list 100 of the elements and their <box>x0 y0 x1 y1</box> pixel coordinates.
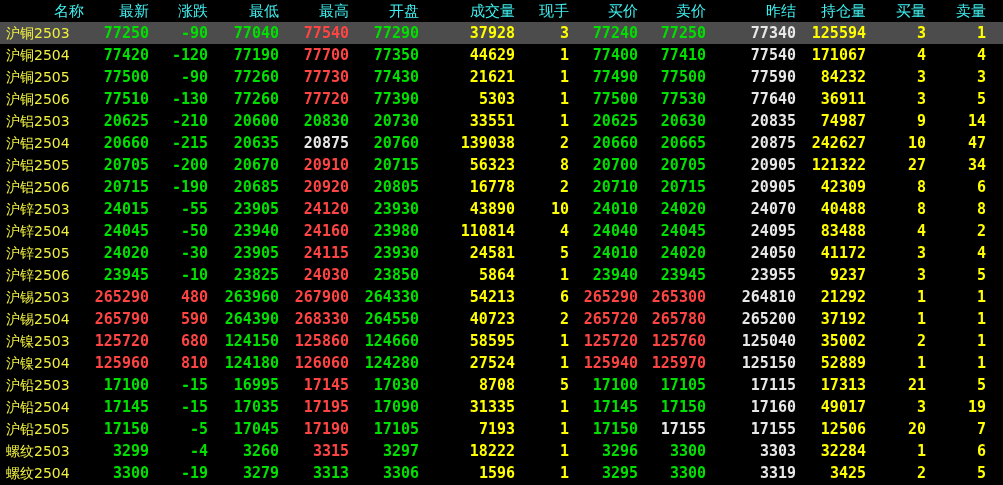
column-header: 买量 <box>895 1 926 22</box>
table-cell: 16995 <box>233 377 279 393</box>
table-cell: 23955 <box>750 267 796 283</box>
table-cell: 3315 <box>312 443 349 459</box>
table-cell: 27524 <box>469 355 515 371</box>
table-cell: 9 <box>916 113 926 129</box>
table-cell: 20905 <box>750 179 796 195</box>
table-cell: 125720 <box>94 333 149 349</box>
column-header: 名称 <box>53 1 84 22</box>
table-cell: 17030 <box>373 377 419 393</box>
table-cell: 74987 <box>820 113 866 129</box>
table-cell: 24160 <box>303 223 349 239</box>
table-cell: 4 <box>976 245 986 261</box>
table-cell: 2 <box>559 311 569 327</box>
table-cell: 3 <box>916 91 926 107</box>
contract-name: 沪铅2505 <box>5 420 71 439</box>
table-cell: -19 <box>180 465 208 481</box>
table-cell: 3313 <box>312 465 349 481</box>
table-cell: 17145 <box>303 377 349 393</box>
table-cell: 6 <box>559 289 569 305</box>
column-header: 昨结 <box>765 1 796 22</box>
table-cell: 17313 <box>820 377 866 393</box>
contract-name: 沪镍2504 <box>5 354 71 373</box>
table-cell: 265720 <box>583 311 638 327</box>
table-cell: 20760 <box>373 135 419 151</box>
table-cell: 77540 <box>750 47 796 63</box>
table-cell: 33551 <box>469 113 515 129</box>
table-cell: 20805 <box>373 179 419 195</box>
table-cell: 124150 <box>224 333 279 349</box>
table-cell: 20830 <box>303 113 349 129</box>
table-cell: 17115 <box>750 377 796 393</box>
table-cell: -4 <box>189 443 208 459</box>
table-cell: 24040 <box>592 223 638 239</box>
table-cell: 2 <box>559 135 569 151</box>
table-cell: 3279 <box>242 465 279 481</box>
contract-name: 沪锌2505 <box>5 244 71 263</box>
table-cell: 265200 <box>741 311 796 327</box>
table-cell: 77390 <box>373 91 419 107</box>
table-cell: 17045 <box>233 421 279 437</box>
table-cell: 54213 <box>469 289 515 305</box>
table-cell: 20730 <box>373 113 419 129</box>
table-cell: 268330 <box>294 311 349 327</box>
table-cell: 17105 <box>373 421 419 437</box>
table-cell: 20635 <box>233 135 279 151</box>
table-cell: 3 <box>559 25 569 41</box>
table-cell: 5 <box>976 91 986 107</box>
table-cell: -15 <box>180 399 208 415</box>
table-cell: 24010 <box>592 245 638 261</box>
table-cell: 77500 <box>103 69 149 85</box>
table-cell: 23905 <box>233 201 279 217</box>
table-cell: 20875 <box>750 135 796 151</box>
table-cell: 34 <box>967 157 986 173</box>
table-cell: 24050 <box>750 245 796 261</box>
table-cell: 20665 <box>660 135 706 151</box>
table-cell: 24095 <box>750 223 796 239</box>
table-cell: 8 <box>559 157 569 173</box>
table-cell: 20670 <box>233 157 279 173</box>
table-cell: 5 <box>976 377 986 393</box>
table-cell: 5 <box>976 267 986 283</box>
table-cell: 20705 <box>660 157 706 173</box>
column-header: 买价 <box>607 1 638 22</box>
table-cell: 24045 <box>103 223 149 239</box>
table-cell: 3260 <box>242 443 279 459</box>
table-cell: 1 <box>559 421 569 437</box>
table-cell: 52889 <box>820 355 866 371</box>
table-cell: 125720 <box>583 333 638 349</box>
table-cell: 3 <box>976 69 986 85</box>
table-cell: 17155 <box>750 421 796 437</box>
table-cell: 7 <box>976 421 986 437</box>
quote-row[interactable]: 沪铜2503 77250 -90 77040 77540 77290 37928 3 77240 77250 77340 125594 3 1 <box>0 22 1003 44</box>
table-cell: 1 <box>559 267 569 283</box>
contract-name: 沪铜2505 <box>5 68 71 87</box>
table-cell: -15 <box>180 377 208 393</box>
table-cell: 3296 <box>601 443 638 459</box>
table-cell: 8708 <box>478 377 515 393</box>
table-cell: 4 <box>916 47 926 63</box>
table-cell: -5 <box>189 421 208 437</box>
table-cell: 124280 <box>364 355 419 371</box>
table-cell: 77250 <box>103 25 149 41</box>
table-cell: 20625 <box>592 113 638 129</box>
table-cell: 3425 <box>829 465 866 481</box>
table-cell: 77700 <box>303 47 349 63</box>
table-cell: 17100 <box>592 377 638 393</box>
table-cell: 1 <box>976 333 986 349</box>
table-cell: 77240 <box>592 25 638 41</box>
table-cell: 49017 <box>820 399 866 415</box>
table-cell: 20705 <box>103 157 149 173</box>
table-cell: 77490 <box>592 69 638 85</box>
table-cell: 125940 <box>583 355 638 371</box>
contract-name: 沪铅2504 <box>5 398 71 417</box>
table-cell: -50 <box>180 223 208 239</box>
table-cell: 77190 <box>233 47 279 63</box>
table-cell: 125860 <box>294 333 349 349</box>
table-cell: 19 <box>967 399 986 415</box>
contract-name: 沪锡2503 <box>5 288 71 307</box>
table-cell: 4 <box>559 223 569 239</box>
table-cell: 3295 <box>601 465 638 481</box>
table-cell: 1 <box>559 69 569 85</box>
contract-name: 螺纹2504 <box>5 464 71 483</box>
table-cell: 17035 <box>233 399 279 415</box>
